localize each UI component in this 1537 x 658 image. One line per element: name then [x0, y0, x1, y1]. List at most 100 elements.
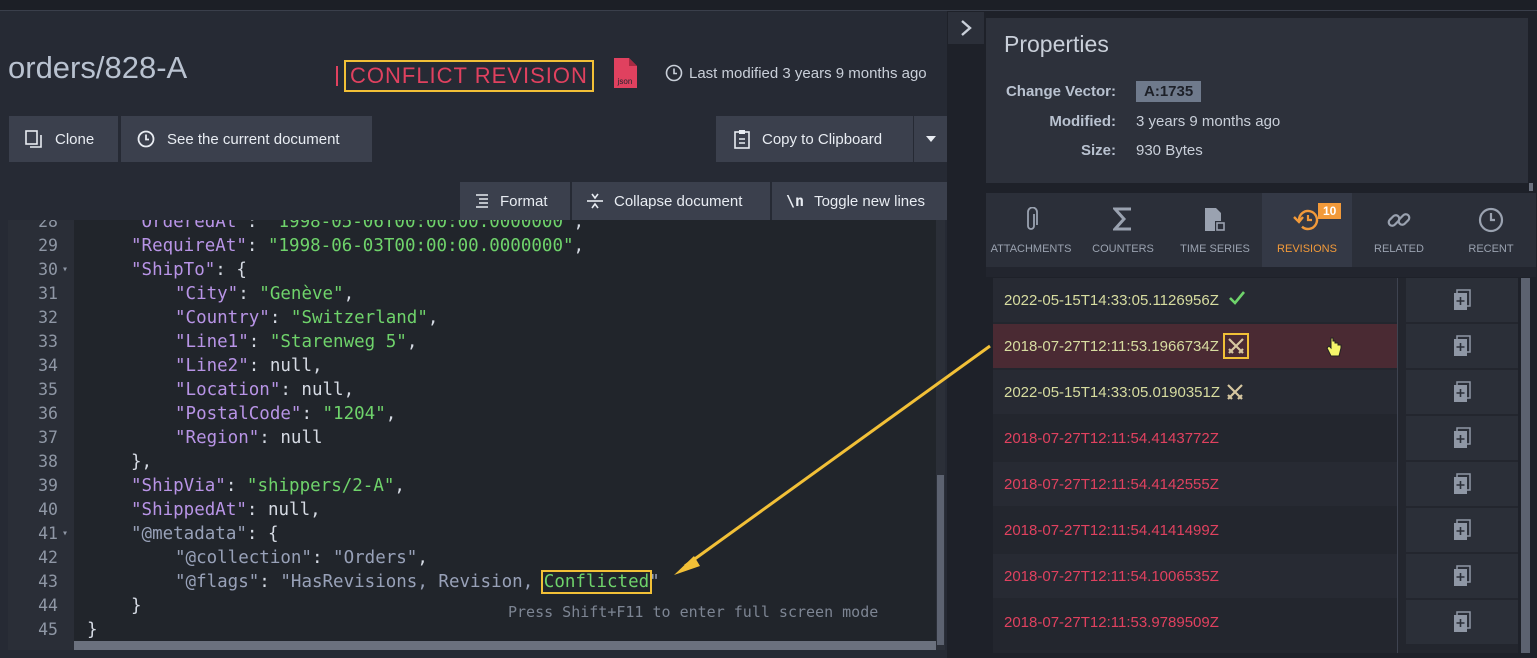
code-line: 35 "Location": null,: [8, 378, 936, 402]
code-line: 28 "OrderedAt": "1998-05-06T00:00:00.0000…: [8, 220, 936, 234]
tab-label: TIME SERIES: [1180, 243, 1250, 255]
json-file-icon: json: [613, 58, 637, 88]
last-modified-text: Last modified 3 years 9 months ago: [689, 64, 927, 82]
code-text: "Country": "Switzerland",: [82, 306, 438, 330]
code-line: 39 "ShipVia": "shippers/2-A",: [8, 474, 936, 498]
paperclip-icon: [1027, 207, 1038, 230]
code-token: "1998-06-03T00:00:00.0000000": [267, 236, 574, 256]
compare-revision-button[interactable]: [1406, 462, 1518, 506]
format-button[interactable]: Format: [460, 182, 570, 220]
line-number: 44: [38, 596, 58, 615]
code-token: }: [87, 620, 98, 640]
document-title: orders/828-A: [8, 50, 188, 85]
code-editor[interactable]: 28 "OrderedAt": "1998-05-06T00:00:00.0000…: [8, 220, 936, 650]
check-icon: [1228, 291, 1245, 309]
revision-timestamp: 2018-07-27T12:11:53.9789509Z: [1004, 613, 1219, 631]
revisions-icon: [1293, 209, 1319, 231]
tab-time-series[interactable]: TIME SERIES: [1170, 193, 1260, 267]
revision-row[interactable]: 2022-05-15T14:33:05.0190351Z: [993, 370, 1397, 414]
code-token: : null,: [248, 356, 323, 376]
code-token: ": [649, 572, 660, 592]
revision-row[interactable]: 2018-07-27T12:11:54.4143772Z: [993, 416, 1397, 460]
compare-revision-button[interactable]: [1406, 370, 1518, 414]
code-token: :: [246, 220, 268, 232]
line-number: 32: [38, 308, 58, 327]
revision-row[interactable]: 2022-05-15T14:33:05.1126956Z: [993, 278, 1397, 322]
see-current-document-button[interactable]: See the current document: [121, 116, 372, 162]
code-text: "Region": null: [82, 426, 323, 450]
collapse-icon: [587, 193, 603, 209]
fold-arrow-icon[interactable]: ▾: [62, 522, 68, 546]
code-token: ,: [394, 476, 405, 496]
compare-revision-button[interactable]: [1406, 278, 1518, 322]
line-number: 41: [38, 524, 58, 543]
collapse-document-button[interactable]: Collapse document: [572, 182, 770, 220]
change-vector-value: A:1735: [1136, 81, 1202, 102]
collapse-label: Collapse document: [614, 192, 743, 210]
compare-icon: [1454, 381, 1471, 402]
code-token: "ShipVia": [131, 476, 226, 496]
clock-icon: [665, 64, 683, 82]
editor-horizontal-scrollbar[interactable]: [74, 641, 936, 650]
hand-cursor-icon: [1326, 336, 1342, 363]
modified-value: 3 years 9 months ago: [1136, 113, 1281, 130]
compare-revision-button[interactable]: [1406, 416, 1518, 460]
compare-revision-button[interactable]: [1406, 600, 1518, 644]
code-text: "Line2": null,: [82, 354, 323, 378]
tab-separator: [986, 267, 1536, 277]
fullscreen-hint: Press Shift+F11 to enter full screen mod…: [508, 603, 879, 621]
tab-label: COUNTERS: [1092, 243, 1154, 255]
editor-scroll-thumb[interactable]: [937, 475, 944, 645]
conflict-marker: [336, 66, 338, 86]
chevron-right-icon: [961, 20, 972, 36]
code-token: :: [259, 572, 281, 592]
tab-related[interactable]: RELATED: [1354, 193, 1444, 267]
clipboard-icon: [734, 130, 750, 149]
revision-row[interactable]: 2018-07-27T12:11:53.9789509Z: [993, 600, 1397, 644]
tab-counters[interactable]: COUNTERS: [1078, 193, 1168, 267]
compare-revision-button[interactable]: [1406, 508, 1518, 552]
see-current-label: See the current document: [167, 130, 340, 148]
copy-to-clipboard-button[interactable]: Copy to Clipboard: [716, 116, 913, 162]
revision-row[interactable]: 2018-07-27T12:11:54.1006535Z: [993, 554, 1397, 598]
code-text: "RequireAt": "1998-06-03T00:00:00.000000…: [82, 234, 584, 258]
revision-timestamp: 2022-05-15T14:33:05.0190351Z: [1004, 383, 1221, 401]
code-text: "City": "Genève",: [82, 282, 354, 306]
clone-button[interactable]: Clone: [9, 116, 118, 162]
compare-revision-button[interactable]: [1406, 324, 1518, 368]
size-label: Size:: [1080, 142, 1116, 159]
code-line: 29 "RequireAt": "1998-06-03T00:00:00.0000…: [8, 234, 936, 258]
revision-row[interactable]: 2018-07-27T12:11:54.4141499Z: [993, 508, 1397, 552]
tab-attachments[interactable]: ATTACHMENTS: [986, 193, 1076, 267]
collapse-sidebar-button[interactable]: [948, 12, 984, 44]
code-text: "ShipTo": {: [82, 258, 247, 282]
code-text: }: [82, 594, 142, 618]
tab-recent[interactable]: RECENT: [1446, 193, 1536, 267]
copy-dropdown-button[interactable]: [914, 116, 947, 162]
code-token: :: [238, 284, 260, 304]
top-bar: [0, 0, 1537, 11]
line-number: 39: [38, 476, 58, 495]
revision-row[interactable]: 2018-07-27T12:11:54.4142555Z: [993, 462, 1397, 506]
compare-revision-button[interactable]: [1406, 554, 1518, 598]
fold-arrow-icon[interactable]: ▾: [62, 258, 68, 282]
line-number: 34: [38, 356, 58, 375]
properties-scrollbar[interactable]: [1529, 183, 1533, 191]
revisions-scrollbar[interactable]: [1521, 278, 1530, 653]
code-text: "ShipVia": "shippers/2-A",: [82, 474, 405, 498]
toggle-new-lines-button[interactable]: \n Toggle new lines: [772, 182, 947, 220]
code-line: 33 "Line1": "Starenweg 5",: [8, 330, 936, 354]
code-token: :: [301, 404, 323, 424]
code-line: 38},: [8, 450, 936, 474]
code-token: ,: [343, 284, 355, 304]
code-line: 37 "Region": null: [8, 426, 936, 450]
clock-icon: [137, 130, 155, 148]
line-number: 33: [38, 332, 58, 351]
code-token: "@metadata": [131, 524, 247, 544]
line-number: 29: [38, 236, 58, 255]
code-line: 30 ▾ "ShipTo": {: [8, 258, 936, 282]
compare-icon: [1454, 427, 1471, 448]
modified-label: Modified:: [1049, 113, 1116, 130]
line-number: 40: [38, 500, 58, 519]
revision-timestamp: 2018-07-27T12:11:53.1966734Z: [1004, 337, 1219, 355]
